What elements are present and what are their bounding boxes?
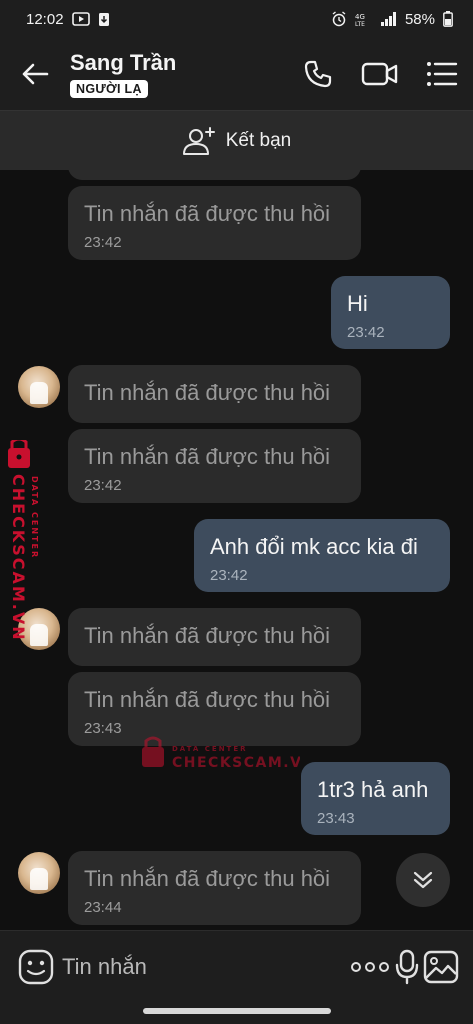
checkscam-watermark-vertical: CHECKSCAM.VN DATA CENTER: [4, 437, 48, 650]
message-bubble-incoming[interactable]: Tin nhắn đã được thu hồi: [68, 365, 361, 423]
message-text: Tin nhắn đã được thu hồi: [84, 623, 331, 648]
contact-avatar[interactable]: [18, 852, 60, 894]
phone-icon: [304, 60, 332, 88]
message-input[interactable]: [62, 953, 350, 980]
alarm-icon: [331, 11, 347, 27]
watermark-main-text: CHECKSCAM.VN: [9, 474, 28, 642]
message-time: 23:42: [210, 567, 248, 584]
battery-icon: [443, 11, 453, 27]
message-text: Hi: [347, 291, 368, 316]
message-list[interactable]: Tin nhắn đã được thu hồi 23:42 Hi 23:42 …: [0, 170, 473, 930]
message-text: Tin nhắn đã được thu hồi: [84, 866, 331, 891]
contact-name: Sang Trần: [70, 50, 177, 75]
message-bubble-outgoing[interactable]: 1tr3 hả anh 23:43: [301, 762, 450, 835]
scroll-to-bottom-button[interactable]: [396, 853, 450, 907]
message-bubble-outgoing[interactable]: Anh đổi mk acc kia đi 23:42: [194, 519, 450, 592]
tv-notification-icon: [71, 12, 90, 26]
download-notification-icon: [98, 12, 110, 27]
microphone-icon: [395, 949, 418, 984]
message-time: 23:42: [347, 324, 385, 341]
checkscam-watermark-horizontal: DATA CENTER CHECKSCAM.VN: [140, 735, 314, 775]
contact-avatar[interactable]: [18, 366, 60, 408]
message-time: 23:42: [84, 234, 122, 251]
message-bubble-incoming[interactable]: Tin nhắn đã được thu hồi 23:42: [68, 186, 361, 260]
more-dots-icon: [351, 961, 389, 972]
home-indicator[interactable]: [143, 1008, 331, 1014]
battery-percent: 58%: [404, 10, 435, 28]
network-type-icon: 4G LTE: [355, 12, 373, 26]
message-text: Anh đổi mk acc kia đi: [210, 534, 418, 559]
message-time: 23:42: [84, 477, 122, 494]
video-camera-icon: [361, 62, 398, 86]
watermark-sub-text: DATA CENTER: [30, 476, 39, 559]
signal-strength-icon: [380, 12, 397, 26]
message-text: Tin nhắn đã được thu hồi: [84, 444, 331, 469]
navigation-bar: [0, 1002, 473, 1024]
double-chevron-down-icon: [413, 871, 433, 889]
message-bubble-outgoing[interactable]: Hi 23:42: [331, 276, 450, 349]
message-time: 23:43: [317, 810, 355, 827]
more-button[interactable]: [350, 940, 390, 994]
menu-button[interactable]: [411, 38, 473, 110]
call-button[interactable]: [287, 38, 349, 110]
image-gallery-icon: [423, 950, 459, 983]
back-button[interactable]: [0, 38, 70, 110]
stranger-badge: NGƯỜI LẠ: [70, 80, 148, 98]
message-bubble-incoming[interactable]: Tin nhắn đã được thu hồi: [68, 608, 361, 666]
watermark-main-text-h: CHECKSCAM.VN: [172, 755, 300, 771]
message-bubble-incoming[interactable]: Tin nhắn đã được thu hồi 23:44: [68, 851, 361, 925]
status-time: 12:02: [26, 10, 64, 28]
add-friend-label: Kết bạn: [225, 129, 292, 151]
status-bar: 12:02 4G LTE 58%: [0, 0, 473, 38]
emoji-button[interactable]: [18, 946, 54, 988]
chat-header: Sang Trần NGƯỜI LẠ: [0, 38, 473, 110]
message-bubble-incoming[interactable]: Tin nhắn đã được thu hồi 23:42: [68, 429, 361, 503]
video-call-button[interactable]: [349, 38, 411, 110]
add-friend-button[interactable]: Kết bạn: [0, 110, 473, 170]
contact-info[interactable]: Sang Trần NGƯỜI LẠ: [70, 50, 287, 98]
message-time: 23:44: [84, 899, 122, 916]
voice-message-button[interactable]: [390, 940, 423, 994]
svg-text:LTE: LTE: [355, 21, 365, 26]
watermark-sub-text-h: DATA CENTER: [172, 745, 248, 753]
message-text: 1tr3 hả anh: [317, 777, 429, 802]
emoji-icon: [18, 949, 54, 984]
message-composer: [0, 930, 473, 1002]
message-text: Tin nhắn đã được thu hồi: [84, 687, 331, 712]
photo-gallery-button[interactable]: [423, 940, 459, 994]
back-arrow-icon: [22, 63, 49, 85]
message-text: Tin nhắn đã được thu hồi: [84, 380, 331, 405]
svg-text:4G: 4G: [355, 13, 365, 21]
previous-message-sliver: [68, 170, 361, 180]
add-person-icon: [182, 126, 215, 155]
menu-list-icon: [427, 62, 458, 86]
message-text: Tin nhắn đã được thu hồi: [84, 201, 331, 226]
